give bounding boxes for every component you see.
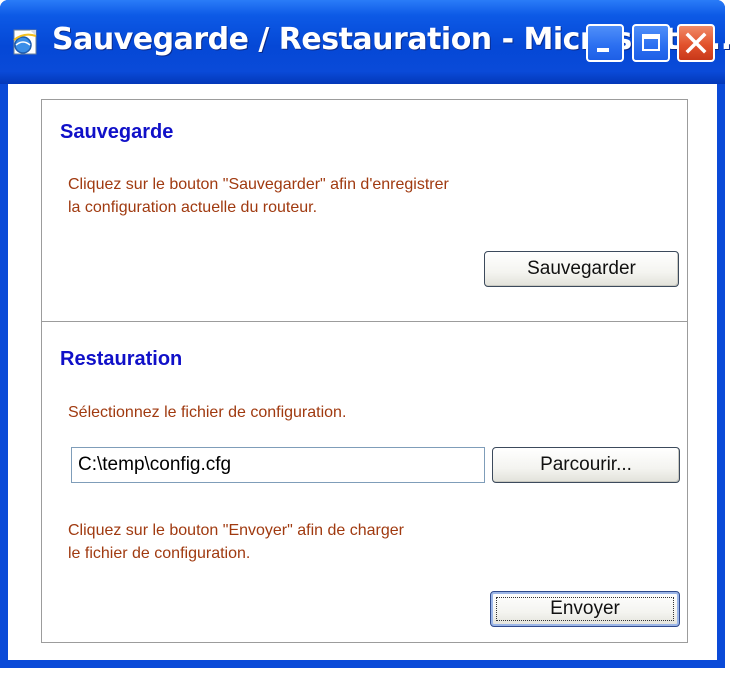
browse-button[interactable]: Parcourir...	[492, 447, 680, 483]
backup-description-line2: la configuration actuelle du routeur.	[68, 199, 318, 216]
save-button[interactable]: Sauvegarder	[484, 251, 679, 287]
close-button[interactable]	[677, 24, 715, 62]
title-bar[interactable]: Sauvegarde / Restauration - Microsoft I.…	[0, 0, 732, 84]
send-button[interactable]: Envoyer	[490, 591, 680, 627]
restore-select-prompt: Sélectionnez le fichier de configuration…	[68, 404, 347, 421]
minimize-button[interactable]	[586, 24, 624, 62]
browser-window: Sauvegarde / Restauration - Microsoft I.…	[0, 0, 732, 668]
window-content: Sauvegarde Cliquez sur le bouton "Sauveg…	[8, 84, 717, 660]
window-title: Sauvegarde / Restauration - Microsoft I.…	[52, 22, 732, 57]
backup-description-line1: Cliquez sur le bouton "Sauvegarder" afin…	[68, 176, 449, 193]
restore-section-title: Restauration	[60, 348, 183, 370]
maximize-icon	[642, 34, 660, 51]
close-icon	[685, 32, 707, 54]
focus-ring	[496, 597, 674, 621]
section-divider	[42, 321, 687, 322]
restore-description-line1: Cliquez sur le bouton "Envoyer" afin de …	[68, 522, 404, 539]
minimize-icon	[597, 48, 609, 52]
restore-description-line2: le fichier de configuration.	[68, 545, 251, 562]
backup-restore-panel: Sauvegarde Cliquez sur le bouton "Sauveg…	[41, 99, 688, 643]
config-file-input[interactable]	[71, 447, 485, 483]
ie-globe-icon	[12, 26, 40, 56]
backup-section-title: Sauvegarde	[60, 121, 174, 143]
maximize-button[interactable]	[632, 24, 670, 62]
